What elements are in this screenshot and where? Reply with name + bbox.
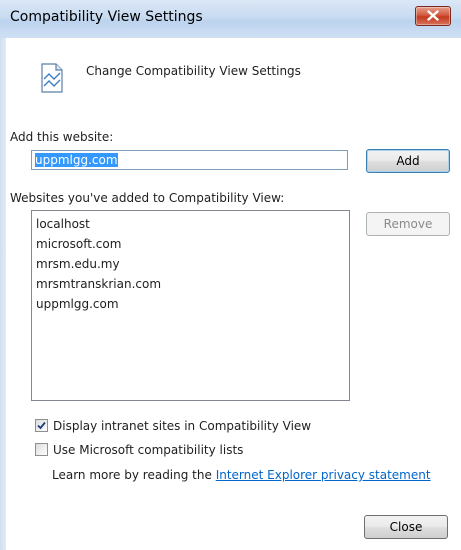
intranet-checkbox[interactable] <box>35 419 48 432</box>
list-item[interactable]: uppmlgg.com <box>36 294 349 314</box>
list-item[interactable]: mrsm.edu.my <box>36 254 349 274</box>
list-item[interactable]: mrsmtranskrian.com <box>36 274 349 294</box>
website-input-value: uppmlgg.com <box>35 153 118 167</box>
title-bar[interactable]: Compatibility View Settings <box>0 0 461 39</box>
added-sites-label: Websites you've added to Compatibility V… <box>10 191 285 205</box>
list-item[interactable]: localhost <box>36 214 349 234</box>
remove-button[interactable]: Remove <box>366 212 450 236</box>
dialog-content: Change Compatibility View Settings Add t… <box>6 38 461 550</box>
header-title: Change Compatibility View Settings <box>86 64 301 78</box>
ms-lists-checkbox-label[interactable]: Use Microsoft compatibility lists <box>53 443 243 457</box>
add-website-label: Add this website: <box>10 130 114 144</box>
privacy-statement-link[interactable]: Internet Explorer privacy statement <box>216 468 431 482</box>
privacy-text: Learn more by reading the Internet Explo… <box>52 468 431 482</box>
close-button[interactable]: Close <box>364 515 448 539</box>
list-item[interactable]: microsoft.com <box>36 234 349 254</box>
ms-lists-checkbox[interactable] <box>35 443 48 456</box>
add-button[interactable]: Add <box>366 149 450 173</box>
window-close-button[interactable] <box>415 6 451 26</box>
close-x-icon <box>427 10 439 21</box>
website-input[interactable]: uppmlgg.com <box>31 150 348 170</box>
checkmark-icon <box>37 421 46 430</box>
added-sites-list[interactable]: localhost microsoft.com mrsm.edu.my mrsm… <box>31 210 350 401</box>
compat-view-icon <box>41 63 63 93</box>
window-title: Compatibility View Settings <box>10 9 203 25</box>
intranet-checkbox-label[interactable]: Display intranet sites in Compatibility … <box>53 419 311 433</box>
privacy-prefix: Learn more by reading the <box>52 468 216 482</box>
compatibility-view-dialog: Compatibility View Settings Change Compa… <box>0 0 461 550</box>
